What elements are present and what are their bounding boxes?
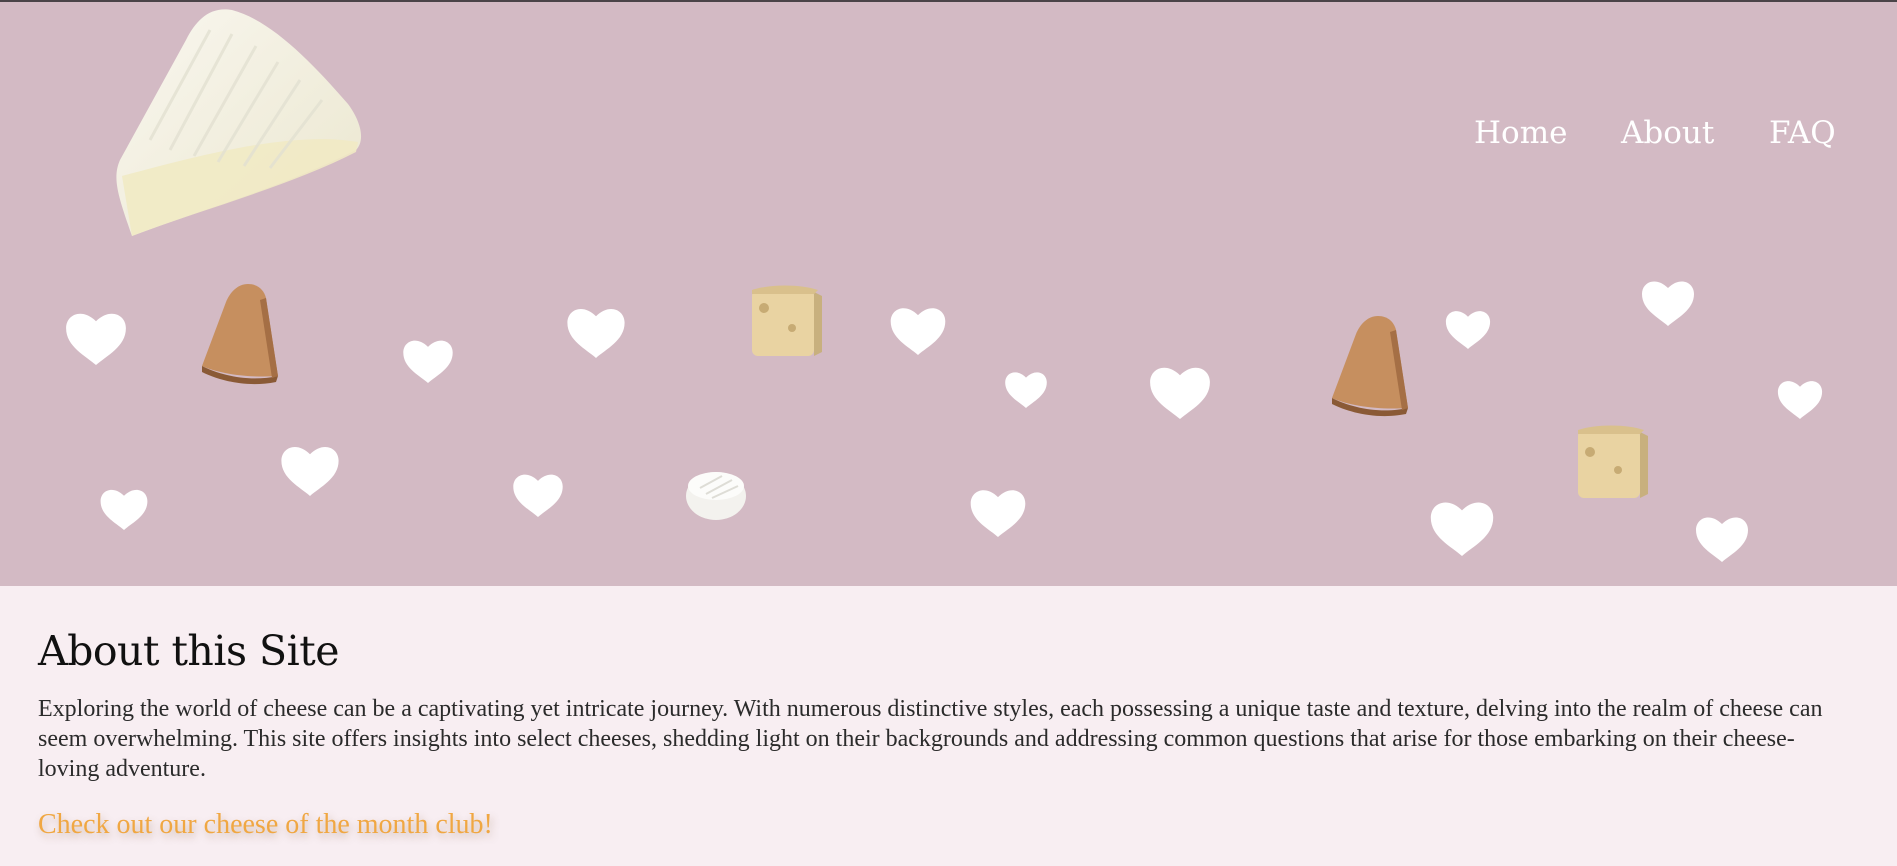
heart-icon [1445, 311, 1491, 349]
heart-icon [970, 490, 1026, 537]
hero-decoration [66, 9, 1823, 562]
cheese-club-link[interactable]: Check out our cheese of the month club! [38, 808, 493, 842]
cheese-wedge-icon [202, 284, 278, 385]
nav-about-link[interactable]: About [1621, 114, 1769, 152]
brie-wedge-icon [116, 9, 362, 236]
hero-banner: Home About FAQ [0, 2, 1897, 586]
heart-icon [281, 447, 339, 496]
swiss-cube-icon [752, 285, 822, 356]
about-section: About this Site Exploring the world of c… [38, 626, 1838, 842]
heart-icon [1150, 367, 1210, 419]
page-title: About this Site [38, 627, 339, 675]
heart-icon [1696, 517, 1748, 562]
heart-icon [403, 340, 453, 383]
heart-icon [567, 309, 625, 358]
nav-faq-link[interactable]: FAQ [1769, 114, 1836, 152]
cheese-wedge-icon [1332, 316, 1408, 417]
heart-icon [100, 489, 148, 530]
heart-icon [1430, 502, 1494, 556]
about-paragraph: Exploring the world of cheese can be a c… [38, 696, 1823, 782]
main-nav: Home About FAQ [1474, 114, 1836, 152]
swiss-cube-icon [1578, 425, 1648, 498]
heart-icon [513, 474, 563, 517]
heart-icon [66, 313, 126, 365]
heart-icon [1777, 381, 1823, 419]
heart-icon [1005, 372, 1047, 408]
hearts-pattern [66, 281, 1823, 562]
camembert-icon [686, 472, 746, 520]
nav-home-link[interactable]: Home [1474, 114, 1621, 152]
heart-icon [890, 308, 946, 355]
heart-icon [1642, 281, 1694, 326]
